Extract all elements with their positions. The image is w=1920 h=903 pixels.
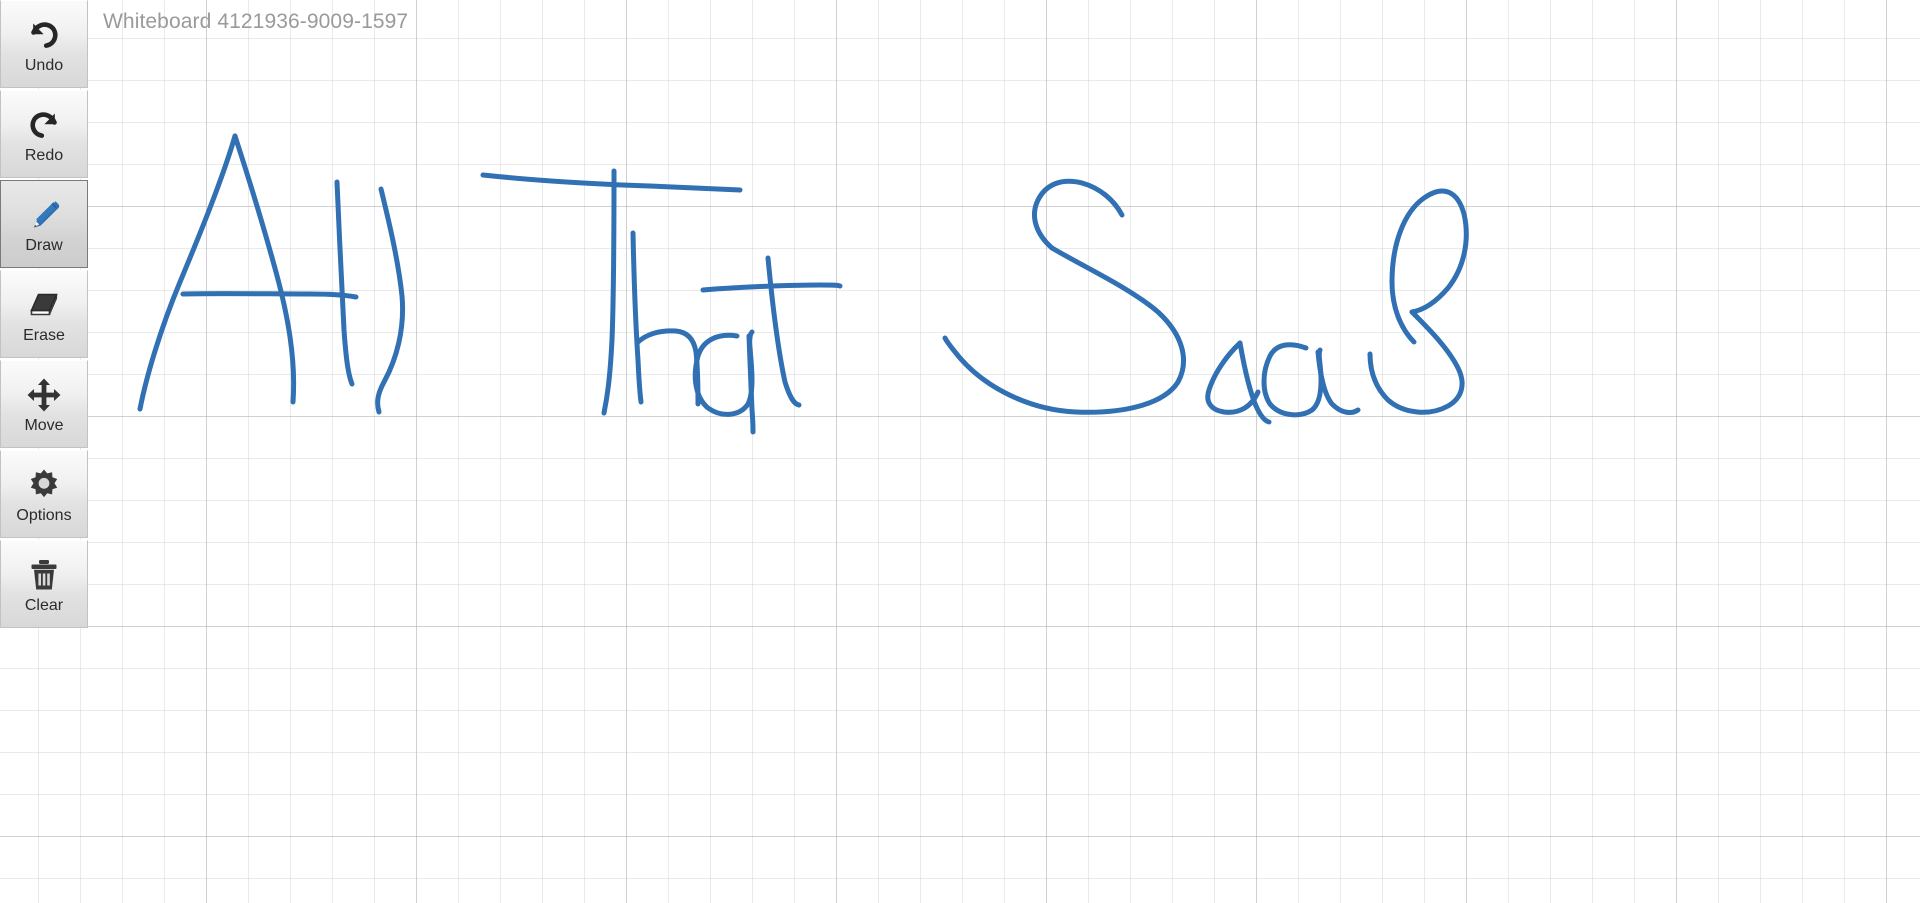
move-arrows-icon bbox=[23, 374, 65, 416]
tool-button-draw[interactable]: Draw bbox=[0, 180, 88, 268]
tool-button-undo[interactable]: Undo bbox=[0, 0, 88, 88]
tool-button-redo[interactable]: Redo bbox=[0, 90, 88, 178]
tool-label-redo: Redo bbox=[24, 147, 64, 164]
redo-arrow-icon bbox=[23, 104, 65, 146]
tool-button-erase[interactable]: Erase bbox=[0, 270, 88, 358]
tool-button-options[interactable]: Options bbox=[0, 450, 88, 538]
board-title: Whiteboard 4121936-9009-1597 bbox=[103, 10, 409, 33]
eraser-icon bbox=[23, 284, 65, 326]
tool-label-move: Move bbox=[24, 417, 64, 434]
tool-label-clear: Clear bbox=[24, 597, 64, 614]
tool-label-undo: Undo bbox=[24, 57, 64, 74]
trash-icon bbox=[23, 554, 65, 596]
tool-button-clear[interactable]: Clear bbox=[0, 540, 88, 628]
tool-label-erase: Erase bbox=[23, 327, 65, 344]
whiteboard-canvas[interactable] bbox=[0, 0, 1920, 903]
toolbar: Undo Redo Draw Erase Move Options Clear bbox=[0, 0, 88, 630]
tool-label-draw: Draw bbox=[25, 237, 63, 254]
undo-arrow-icon bbox=[23, 14, 65, 56]
pencil-icon bbox=[23, 194, 65, 236]
gear-icon bbox=[23, 464, 65, 506]
tool-button-move[interactable]: Move bbox=[0, 360, 88, 448]
tool-label-options: Options bbox=[16, 507, 72, 524]
whiteboard-app: Whiteboard 4121936-9009-1597 Undo Redo D… bbox=[0, 0, 1920, 903]
